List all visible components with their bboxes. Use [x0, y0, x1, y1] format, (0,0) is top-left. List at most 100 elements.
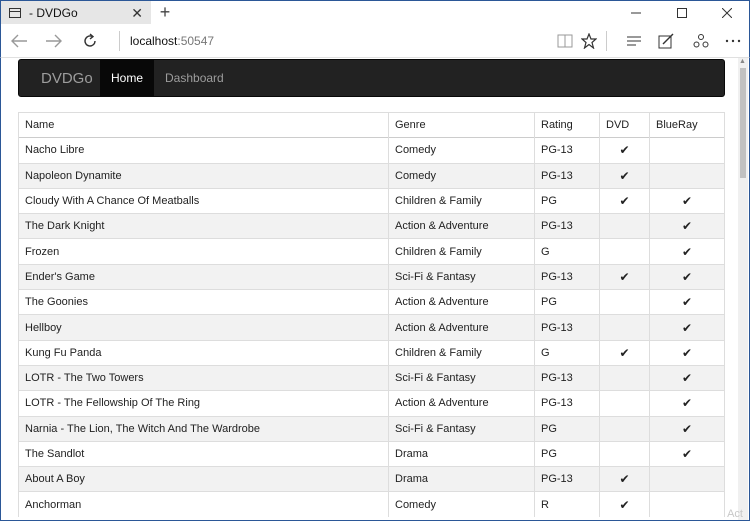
cell-genre: Children & Family [388, 188, 535, 214]
table-row: Anchorman Comedy R ✔ [18, 491, 725, 518]
cell-name: Narnia - The Lion, The Witch And The War… [18, 416, 389, 442]
share-icon [693, 34, 709, 48]
title-bar: - DVDGo ✕ + [0, 0, 750, 25]
nav-dashboard[interactable]: Dashboard [154, 60, 235, 96]
cell-name: Ender's Game [18, 264, 389, 290]
page-icon [9, 8, 21, 18]
watermark: Act [727, 508, 743, 520]
table-row: Hellboy Action & Adventure PG-13 ✔ [18, 314, 725, 341]
refresh-button[interactable] [77, 28, 103, 54]
cell-name: LOTR - The Fellowship Of The Ring [18, 390, 389, 417]
cell-rating: PG [534, 289, 600, 315]
column-header-genre[interactable]: Genre [388, 112, 535, 138]
table-row: LOTR - The Two Towers Sci-Fi & Fantasy PG-… [18, 365, 725, 391]
hub-button[interactable] [622, 29, 646, 53]
cell-rating: PG [534, 188, 600, 214]
minimize-icon [631, 12, 641, 14]
divider [119, 31, 120, 51]
address-bar: localhost:50547 [0, 24, 750, 58]
cell-blueray: ✔ [649, 289, 725, 315]
checkmark-icon: ✔ [681, 421, 693, 436]
share-button[interactable] [689, 29, 713, 53]
cell-rating: PG-13 [534, 213, 600, 239]
checkmark-icon: ✔ [619, 472, 630, 487]
site-navbar: DVDGo Home Dashboard [18, 59, 725, 97]
checkmark-icon: ✔ [681, 194, 693, 209]
cell-dvd: ✔ [599, 491, 650, 518]
url-field[interactable]: localhost:50547 [130, 34, 214, 48]
cell-blueray: ✔ [649, 340, 725, 366]
scrollbar-thumb[interactable] [740, 68, 746, 178]
web-note-icon [658, 33, 674, 49]
tab-title: - DVDGo [29, 6, 78, 20]
table-row: Kung Fu Panda Children & Family G ✔ ✔ [18, 340, 725, 366]
scroll-up-icon[interactable]: ▲ [739, 58, 746, 65]
table-row: Frozen Children & Family G ✔ [18, 238, 725, 265]
table-body: Nacho Libre Comedy PG-13 ✔ Napoleon Dynamite… [18, 137, 725, 518]
cell-name: Nacho Libre [18, 137, 389, 164]
more-button[interactable] [721, 29, 745, 53]
cell-genre: Sci-Fi & Fantasy [388, 416, 535, 442]
checkmark-icon: ✔ [619, 269, 630, 284]
cell-name: The Dark Knight [18, 213, 389, 239]
column-header-blueray[interactable]: BlueRay [649, 112, 725, 138]
column-header-name[interactable]: Name [18, 112, 389, 138]
cell-rating: G [534, 340, 600, 366]
cell-dvd [599, 213, 650, 239]
close-window-button[interactable] [704, 1, 750, 25]
new-tab-button[interactable]: + [157, 2, 173, 23]
refresh-icon [84, 33, 96, 47]
cell-genre: Action & Adventure [388, 213, 535, 239]
checkmark-icon: ✔ [619, 168, 630, 183]
cell-dvd: ✔ [599, 466, 650, 492]
table-row: About A Boy Drama PG-13 ✔ [18, 466, 725, 492]
favorite-button[interactable] [577, 29, 601, 53]
back-button[interactable] [6, 28, 32, 54]
forward-button[interactable] [41, 28, 67, 54]
minimize-button[interactable] [613, 1, 659, 25]
cell-genre: Children & Family [388, 238, 535, 265]
cell-dvd [599, 289, 650, 315]
cell-name: The Sandlot [18, 441, 389, 467]
cell-genre: Comedy [388, 491, 535, 518]
hub-icon [627, 36, 641, 46]
cell-blueray: ✔ [649, 213, 725, 239]
cell-dvd [599, 416, 650, 442]
column-header-rating[interactable]: Rating [534, 112, 600, 138]
browser-tab[interactable]: - DVDGo ✕ [1, 1, 151, 25]
cell-genre: Action & Adventure [388, 390, 535, 417]
web-note-button[interactable] [654, 29, 678, 53]
table-row: Narnia - The Lion, The Witch And The War… [18, 416, 725, 442]
cell-rating: PG-13 [534, 314, 600, 341]
cell-rating: PG-13 [534, 365, 600, 391]
checkmark-icon: ✔ [681, 371, 693, 386]
cell-rating: PG-13 [534, 137, 600, 164]
nav-home[interactable]: Home [100, 60, 155, 96]
cell-name: Cloudy With A Chance Of Meatballs [18, 188, 389, 214]
page-viewport: DVDGo Home Dashboard Name Genre Rating D… [0, 58, 750, 521]
cell-dvd [599, 365, 650, 391]
checkmark-icon: ✔ [619, 194, 630, 209]
brand-link[interactable]: DVDGo [19, 60, 100, 96]
reading-view-button[interactable] [553, 29, 577, 53]
vertical-scrollbar[interactable]: ▲ [738, 58, 748, 520]
checkmark-icon: ✔ [681, 447, 693, 461]
column-header-dvd[interactable]: DVD [599, 112, 650, 138]
more-icon [725, 39, 741, 43]
close-tab-icon[interactable]: ✕ [131, 5, 143, 22]
divider [606, 31, 607, 51]
forward-icon [46, 34, 62, 48]
cell-genre: Action & Adventure [388, 314, 535, 341]
table-header-row: Name Genre Rating DVD BlueRay [18, 112, 725, 138]
checkmark-icon: ✔ [619, 497, 630, 512]
cell-dvd [599, 390, 650, 417]
cell-genre: Sci-Fi & Fantasy [388, 365, 535, 391]
table-row: The Dark Knight Action & Adventure PG-13 ✔ [18, 213, 725, 239]
cell-blueray: ✔ [649, 238, 725, 265]
cell-name: Hellboy [18, 314, 389, 341]
maximize-button[interactable] [659, 1, 705, 25]
checkmark-icon: ✔ [619, 345, 630, 360]
cell-dvd [599, 314, 650, 341]
movies-table: Name Genre Rating DVD BlueRay Nacho Libr… [18, 112, 725, 518]
cell-blueray: ✔ [649, 264, 725, 290]
